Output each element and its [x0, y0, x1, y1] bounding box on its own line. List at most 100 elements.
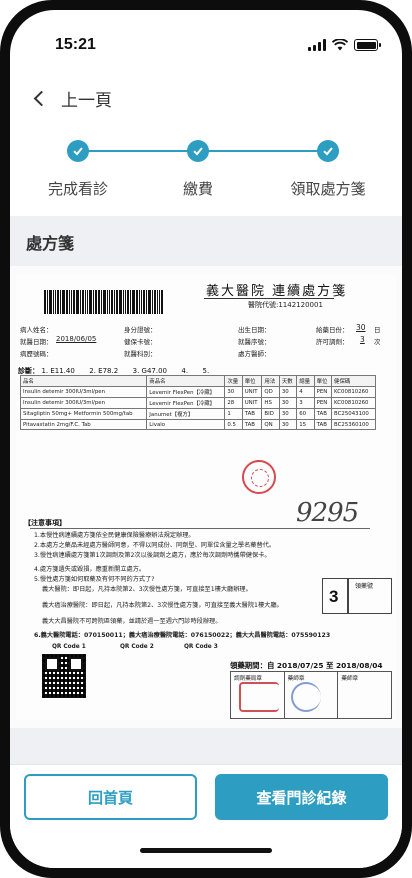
- table-cell: 30: [278, 386, 298, 398]
- note-item: 3.慢性病連續處方箋第1次調劑及第2次以後調劑之處方，應於每次調劑時攜帶健保卡。: [34, 552, 271, 559]
- col-header: 單位: [313, 375, 333, 387]
- field-name: 病人姓名：: [20, 326, 53, 334]
- dispense-cell: 藥師章: [338, 672, 391, 718]
- table-cell: QN: [261, 419, 280, 430]
- col-header: 商品名: [146, 375, 226, 387]
- chevron-left-icon: [33, 90, 50, 106]
- table-cell: 1: [224, 408, 243, 420]
- qr-code-label: QR Code 3: [184, 644, 218, 650]
- step-3-label: 領取處方箋: [290, 180, 366, 198]
- prescription-image: 義大醫院 連續處方箋 醫院代號:1142120001 病人姓名： 身分證號： 出…: [10, 266, 402, 728]
- diagnosis-code: 5.: [202, 367, 210, 375]
- refill-label-box: 領藥號: [348, 578, 392, 614]
- table-cell: 30: [278, 419, 298, 430]
- table-cell: 60: [296, 408, 315, 420]
- barcode: [44, 290, 194, 314]
- refill-number: 3: [329, 587, 339, 606]
- section-header: 處方箋: [10, 216, 402, 266]
- table-cell: KC00810260: [331, 386, 376, 398]
- table-cell: TAB: [241, 408, 263, 420]
- note-item: 6.義大醫院電話：070150011；義大癌治療醫院電話：076150022；義…: [34, 632, 331, 639]
- field-birth: 出生日期：: [238, 326, 271, 334]
- table-cell: 30: [278, 408, 298, 420]
- hospital-title: 義大醫院 連續處方箋: [206, 284, 348, 299]
- dispense-cell-label: 藥師章: [287, 676, 305, 682]
- table-cell: Insulin detemir 300IU/3ml/pen: [19, 386, 148, 398]
- field-doctor: 處方醫師：: [238, 350, 271, 358]
- refill-number-box: 3: [322, 578, 348, 614]
- section-title: 處方箋: [26, 234, 75, 253]
- table-cell: UNIT: [241, 386, 263, 398]
- diagnosis-code: 1. E11.40: [41, 367, 75, 375]
- note-item: 義大大昌醫院不可跨院區領藥，並請於週一至週六門診時段辦理。: [42, 618, 222, 625]
- table-cell: Levemir FlexPen【冷藏】: [146, 386, 226, 398]
- hospital-seal-stamp: [242, 460, 276, 494]
- table-cell: 30: [224, 386, 243, 398]
- medication-table: 品名 商品名 次量 單位 用法 天數 總量 單位 健保碼 Insulin det…: [19, 375, 376, 430]
- table-cell: PEN: [313, 397, 333, 409]
- table-cell: 4: [296, 386, 315, 398]
- wifi-icon: [332, 39, 348, 51]
- table-cell: BC25360100: [331, 419, 376, 430]
- home-button[interactable]: 回首頁: [24, 774, 197, 820]
- progress-stepper: 完成看診 繳費 領取處方箋: [10, 140, 402, 204]
- dispense-cell-label: 藥師章: [341, 676, 359, 682]
- doctor-signature: 9295: [296, 498, 359, 528]
- col-header: 健保碼: [331, 375, 376, 387]
- step-1-check-icon: [67, 140, 89, 162]
- app-screen: 15:21 上一頁 完成看診 繳費 領取處方箋 處方箋 義大醫院 連續處方箋 醫…: [10, 10, 402, 868]
- table-cell: BC25043100: [331, 408, 376, 420]
- note-item: 2.本處方之藥品未經處方醫師同意，不得以同成份、同劑型、同單位含量之學名藥替代。: [34, 542, 276, 549]
- diagnosis-code: 2. E78.2: [89, 367, 119, 375]
- table-cell: 0.5: [224, 419, 243, 430]
- view-records-button[interactable]: 查看門診紀錄: [215, 774, 388, 820]
- col-header: 品名: [19, 375, 148, 387]
- title-underline: [204, 298, 334, 299]
- field-days-value: 30: [356, 323, 366, 332]
- dispense-cell: 藥師章: [285, 672, 339, 718]
- divider: [30, 528, 370, 529]
- table-cell: UNIT: [241, 397, 263, 409]
- field-chart-no: 病歷號碼：: [20, 350, 53, 358]
- status-bar: 15:21: [10, 10, 402, 70]
- field-visit-date-label: 就醫日期：: [20, 338, 53, 346]
- table-cell: 15: [296, 419, 315, 430]
- field-dept: 就醫科別：: [124, 350, 157, 358]
- table-cell: TAB: [313, 408, 333, 420]
- qr-code-label: QR Code 1: [52, 644, 86, 650]
- table-cell: QD: [261, 386, 280, 398]
- note-item: 5.慢性處方箋如何取藥及有何不同的方式了?: [34, 576, 155, 583]
- qr-code-image: [42, 654, 86, 698]
- hospital-code: 醫院代號:1142120001: [248, 301, 323, 309]
- medication-table-body: Insulin detemir 300IU/3ml/pen Levemir Fle…: [19, 386, 376, 430]
- field-refill-value: 3: [360, 335, 365, 344]
- table-cell: Pitavastatin 2mg/F.C. Tab: [19, 419, 148, 430]
- diagnosis-code: 4.: [181, 367, 189, 375]
- step-3-check-icon: [317, 140, 339, 162]
- table-cell: Livalo: [146, 419, 226, 430]
- pharmacist-stamp: [290, 682, 321, 712]
- table-cell: PEN: [313, 386, 333, 398]
- back-button[interactable]: 上一頁: [30, 78, 112, 118]
- step-2-label: 繳費: [182, 180, 213, 198]
- col-header: 總量: [296, 375, 315, 387]
- col-header: 次量: [224, 375, 243, 387]
- refill-box-label: 領藥號: [355, 583, 374, 590]
- status-time: 15:21: [55, 36, 96, 53]
- table-cell: Sitagliptin 50mg+ Metformin 500mg/tab: [19, 408, 148, 420]
- field-visit-date: 2018/06/05: [56, 335, 97, 343]
- table-cell: 30: [278, 397, 298, 409]
- note-item: 1.本慢性病連續處方箋依全民健康保險醫療辦法規定辦理。: [34, 532, 195, 539]
- home-indicator[interactable]: [140, 848, 272, 853]
- step-2-check-icon: [187, 140, 209, 162]
- qr-code-label: QR Code 2: [120, 644, 154, 650]
- field-days-unit: 日: [374, 326, 381, 334]
- prescription-document: 義大醫院 連續處方箋 醫院代號:1142120001 病人姓名： 身分證號： 出…: [16, 274, 396, 720]
- table-row: Pitavastatin 2mg/F.C. Tab Livalo 0.5 TAB QN 3…: [19, 419, 376, 430]
- table-row: Sitagliptin 50mg+ Metformin 500mg/tab Jan…: [19, 408, 376, 420]
- field-card-no: 健保卡號：: [124, 338, 157, 346]
- col-header: 單位: [241, 375, 263, 387]
- dispense-cell: 調劑藥局章: [231, 672, 285, 718]
- device-frame: 15:21 上一頁 完成看診 繳費 領取處方箋 處方箋 義大醫院 連續處方箋 醫…: [0, 0, 412, 878]
- note-item: 4.處方箋遺失或毀損，應重新開立處方。: [34, 566, 146, 573]
